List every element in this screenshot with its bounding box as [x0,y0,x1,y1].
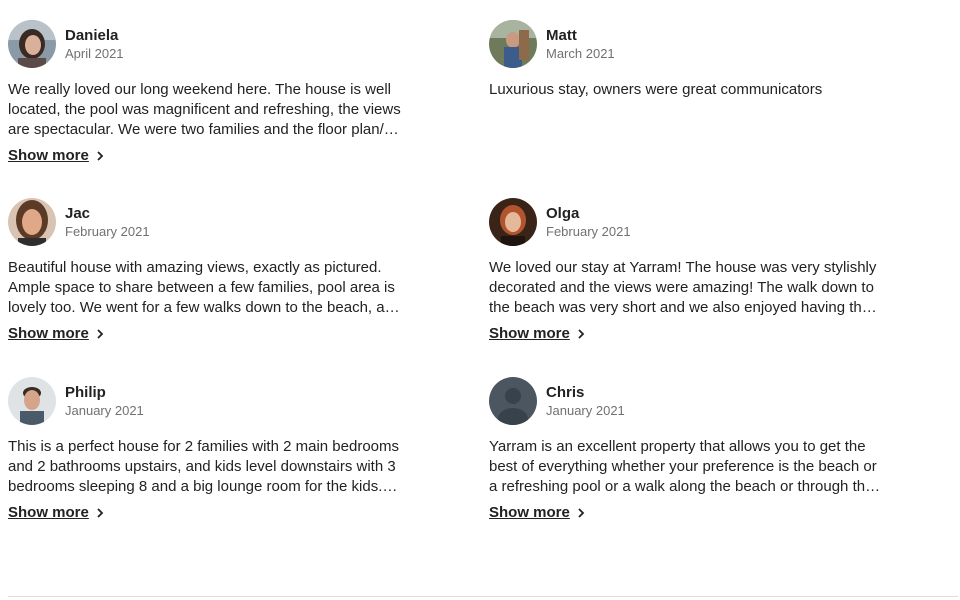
show-more-label: Show more [8,147,89,164]
reviewer-meta: Matt March 2021 [546,26,615,63]
show-more-label: Show more [8,325,89,342]
avatar[interactable] [8,377,56,425]
review-date: April 2021 [65,45,124,61]
section-divider [8,596,958,597]
review-card: Philip January 2021 This is a perfect ho… [8,377,403,523]
chevron-right-icon [97,151,104,161]
review-text: Yarram is an excellent property that all… [489,438,877,495]
show-more-button[interactable]: Show more [8,503,105,523]
review-card: Matt March 2021 Luxurious stay, owners w… [489,20,884,100]
reviewer-meta: Chris January 2021 [546,383,625,420]
review-date: February 2021 [546,223,631,239]
review-card: Daniela April 2021 We really loved our l… [8,20,403,166]
reviewer-meta: Olga February 2021 [546,204,631,241]
reviewer-name: Philip [65,383,106,401]
review-header: Jac February 2021 [8,198,403,246]
chevron-right-icon [578,508,585,518]
review-header: Daniela April 2021 [8,20,403,68]
avatar[interactable] [489,198,537,246]
reviewer-name: Olga [546,204,580,222]
review-header: Chris January 2021 [489,377,884,425]
avatar[interactable] [8,198,56,246]
show-more-label: Show more [8,504,89,521]
review-text: We loved our stay at Yarram! The house w… [489,259,877,316]
reviewer-name: Chris [546,383,585,401]
chevron-right-icon [578,329,585,339]
review-date: February 2021 [65,223,150,239]
review-date: March 2021 [546,45,615,61]
reviewer-meta: Daniela April 2021 [65,26,124,63]
review-header: Philip January 2021 [8,377,403,425]
reviewer-name: Daniela [65,26,119,44]
show-more-button[interactable]: Show more [489,324,586,344]
review-text: Beautiful house with amazing views, exac… [8,259,402,316]
review-header: Olga February 2021 [489,198,884,246]
review-text: Luxurious stay, owners were great commun… [489,81,823,98]
show-more-label: Show more [489,325,570,342]
review-card: Jac February 2021 Beautiful house with a… [8,198,403,344]
avatar[interactable] [8,20,56,68]
reviewer-meta: Jac February 2021 [65,204,150,241]
review-text: This is a perfect house for 2 families w… [8,438,400,495]
review-date: January 2021 [65,402,144,418]
chevron-right-icon [97,508,104,518]
reviewer-name: Matt [546,26,577,44]
show-more-button[interactable]: Show more [489,503,586,523]
reviewer-name: Jac [65,204,91,222]
show-more-button[interactable]: Show more [8,324,105,344]
show-more-button[interactable]: Show more [8,146,105,166]
reviewer-meta: Philip January 2021 [65,383,144,420]
avatar[interactable] [489,377,537,425]
review-text: We really loved our long weekend here. T… [8,81,401,138]
review-header: Matt March 2021 [489,20,884,68]
review-card: Chris January 2021 Yarram is an excellen… [489,377,884,523]
review-card: Olga February 2021 We loved our stay at … [489,198,884,344]
review-date: January 2021 [546,402,625,418]
show-more-label: Show more [489,504,570,521]
avatar[interactable] [489,20,537,68]
chevron-right-icon [97,329,104,339]
